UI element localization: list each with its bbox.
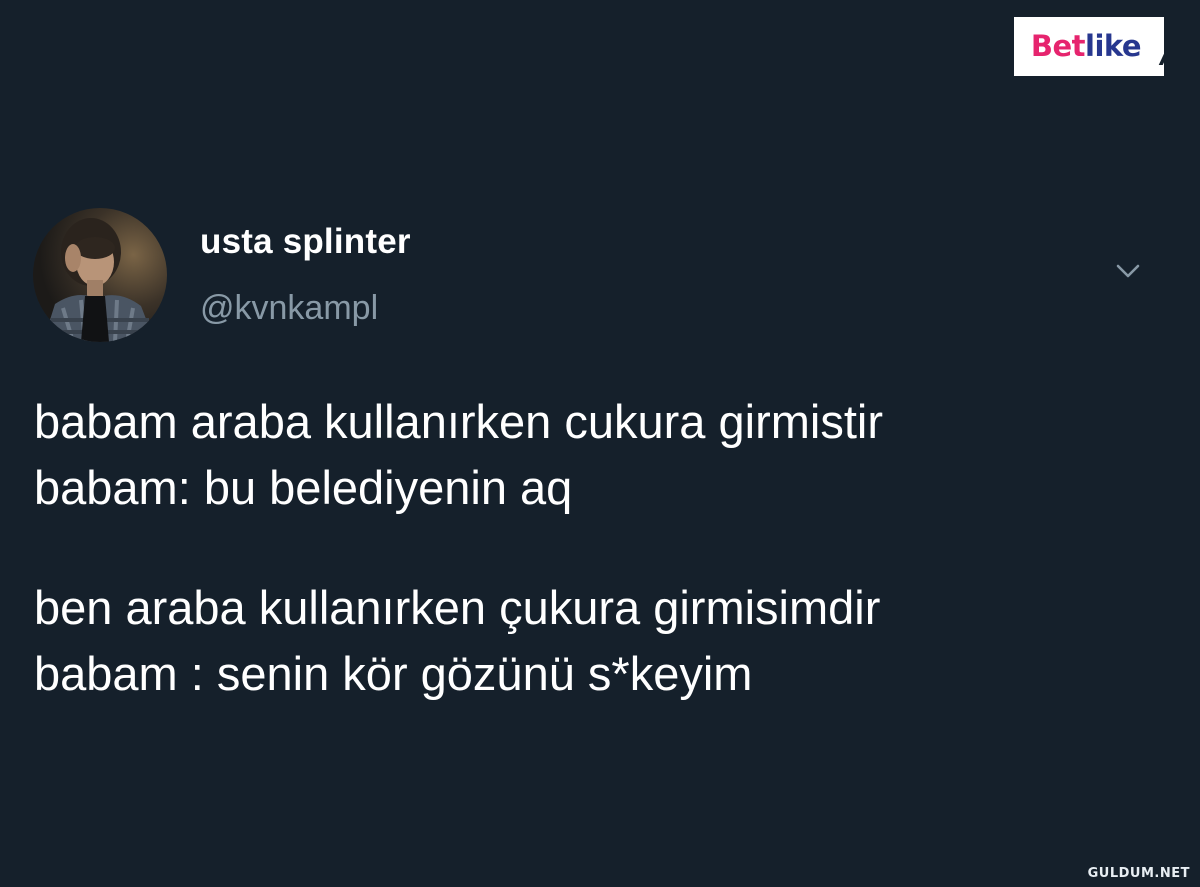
tweet-line: ben araba kullanırken çukura girmisimdir — [34, 581, 881, 634]
brand-logo: Betlike — [1014, 17, 1164, 76]
chevron-down-icon[interactable] — [1113, 260, 1143, 282]
brand-logo-text: Betlike — [1030, 29, 1142, 63]
avatar[interactable] — [33, 208, 167, 342]
tweet-line: babam : senin kör gözünü s*keyim — [34, 647, 753, 700]
author-handle[interactable]: @kvnkampl — [200, 291, 378, 325]
author-display-name[interactable]: usta splinter — [200, 224, 411, 259]
avatar-image — [33, 208, 167, 342]
brand-logo-part-b: like — [1085, 29, 1142, 63]
tweet-text: babam araba kullanırken cukura girmistir… — [34, 389, 1154, 707]
tweet-line: babam araba kullanırken cukura girmistir — [34, 395, 883, 448]
tweet-line: babam: bu belediyenin aq — [34, 461, 573, 514]
brand-logo-part-a: Bet — [1030, 29, 1086, 63]
site-watermark: GULDUM.NET — [1087, 866, 1190, 881]
